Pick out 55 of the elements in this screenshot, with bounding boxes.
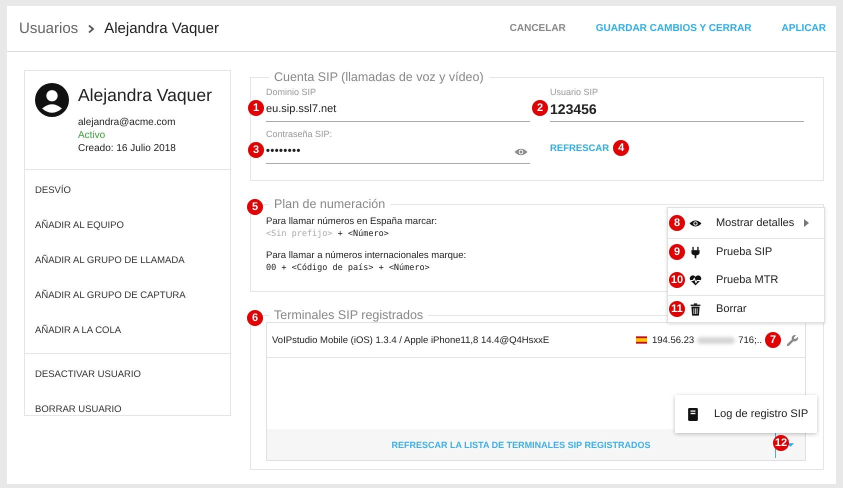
heart-pulse-icon	[689, 274, 702, 286]
number-badge: 2	[532, 100, 548, 116]
section-title: Terminales SIP registrados	[273, 308, 424, 322]
menu-item[interactable]: 10 Prueba MTR	[668, 265, 824, 296]
flag-icon	[636, 336, 647, 344]
password-field[interactable]: Contraseña SIP: ••••••••	[266, 128, 530, 164]
dialing-format: <Sin prefijo> + <Número>	[266, 228, 389, 240]
section-title: Plan de numeración	[273, 197, 386, 211]
user-email: alejandra@acme.com	[78, 116, 176, 129]
action-button[interactable]: CANCELAR	[510, 19, 566, 38]
user-name: Alejandra Vaquer	[78, 85, 212, 106]
submenu-arrow-icon	[804, 219, 810, 227]
sidebar-item[interactable]: AÑADIR AL GRUPO DE CAPTURA	[25, 279, 230, 314]
number-badge: 8	[669, 215, 685, 231]
menu-item[interactable]: 11 Borrar	[668, 296, 824, 322]
sidebar-item[interactable]: DESACTIVAR USUARIO	[25, 358, 230, 393]
number-badge: 5	[247, 199, 263, 215]
page-title: Alejandra Vaquer	[104, 20, 219, 37]
created-date: Creado: 16 Julio 2018	[78, 142, 177, 155]
dialing-instruction: Para llamar a números internacionales marque:	[266, 249, 466, 262]
number-badge: 3	[248, 142, 264, 158]
book-icon	[688, 408, 698, 420]
dialing-format: 00 + <Código de país> + <Número>	[266, 262, 430, 274]
sidebar-item[interactable]: BORRAR USUARIO	[25, 393, 230, 428]
avatar-icon	[35, 83, 69, 117]
user-field[interactable]: Usuario SIP 123456	[550, 86, 804, 122]
ip-address: 716;..	[738, 334, 762, 346]
sidebar-item[interactable]: AÑADIR AL GRUPO DE LLAMADA	[25, 244, 230, 279]
user-status: Activo	[78, 129, 106, 142]
domain-field[interactable]: Dominio SIP eu.sip.ssl7.net	[266, 86, 530, 122]
section-title: Cuenta SIP (llamadas de voz y vídeo)	[273, 70, 485, 84]
menu-item[interactable]: 8 Mostrar detalles	[668, 208, 824, 239]
trash-icon	[689, 302, 702, 316]
number-badge: 9	[669, 244, 685, 260]
menu-item[interactable]: Log de registro SIP	[675, 395, 817, 433]
sidebar-item[interactable]: DESVÍO	[25, 174, 230, 209]
sidebar-item[interactable]: AÑADIR A LA COLA	[25, 314, 230, 349]
number-badge: 1	[248, 100, 264, 116]
number-badge: 11	[669, 301, 685, 317]
device-name: VoIPstudio Mobile (iOS) 1.3.4 / Apple iPhone11,8 14.4@Q4HsxxE	[272, 334, 550, 346]
breadcrumb-link[interactable]: Usuarios	[19, 20, 78, 37]
number-badge: 7	[765, 332, 781, 348]
dialing-instruction: Para llamar números en España marcar:	[266, 215, 438, 228]
plug-icon	[689, 246, 702, 258]
chevron-right-icon	[86, 24, 96, 34]
sidebar-item[interactable]: AÑADIR AL EQUIPO	[25, 209, 230, 244]
number-badge: 10	[669, 272, 685, 288]
wrench-icon[interactable]	[786, 334, 799, 346]
number-badge: 4	[613, 140, 630, 156]
number-badge: 6	[247, 310, 263, 326]
number-badge: 12	[773, 435, 789, 451]
ip-address: 194.56.23	[652, 334, 694, 346]
redacted-blur	[697, 336, 736, 344]
eye-icon[interactable]	[514, 147, 528, 157]
menu-item[interactable]: 9 Prueba SIP	[668, 239, 824, 265]
